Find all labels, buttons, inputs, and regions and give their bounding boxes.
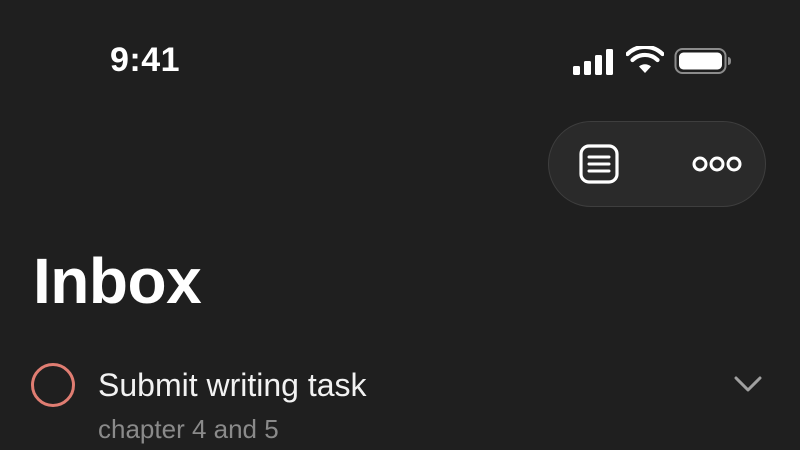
task-checkbox[interactable]	[31, 363, 75, 407]
task-row[interactable]: Submit writing task chapter 4 and 5	[0, 350, 800, 450]
toolbar	[548, 121, 766, 207]
inbox-screen: 9:41 Inbox Submit writing task chapter 4…	[0, 0, 800, 450]
more-icon	[692, 156, 742, 172]
cellular-signal-icon	[573, 49, 613, 75]
chevron-down-icon[interactable]	[728, 370, 768, 398]
task-title[interactable]: Submit writing task	[98, 366, 367, 404]
wifi-icon	[626, 46, 664, 73]
task-note: chapter 4 and 5	[98, 414, 279, 444]
battery-icon	[674, 48, 731, 74]
status-time: 9:41	[110, 41, 181, 79]
list-icon	[579, 144, 619, 184]
more-options-button[interactable]	[677, 122, 757, 206]
page-title: Inbox	[33, 245, 202, 317]
status-icons	[572, 44, 732, 78]
list-view-button[interactable]	[567, 122, 631, 206]
